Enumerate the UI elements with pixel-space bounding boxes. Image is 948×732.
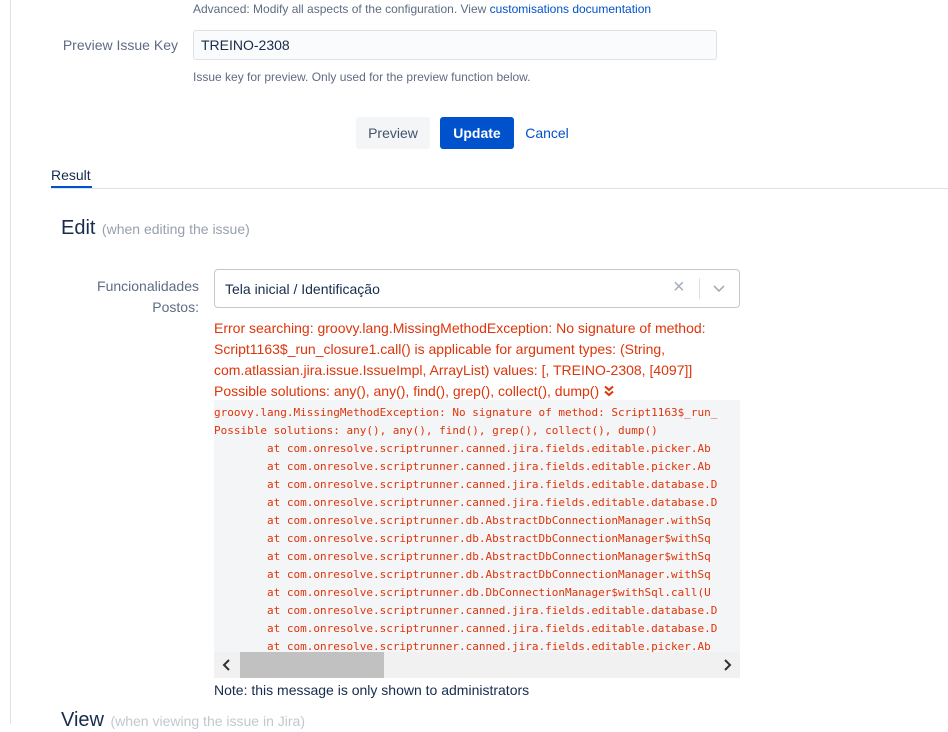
funcionalidades-postos-label: Funcionalidades Postos: xyxy=(97,278,199,315)
edit-heading: Edit xyxy=(61,217,96,239)
scroll-right-arrow-icon[interactable] xyxy=(720,658,734,672)
edit-subheading: (when editing the issue) xyxy=(101,221,250,237)
close-icon[interactable]: × xyxy=(673,276,685,299)
double-chevron-down-icon[interactable] xyxy=(603,385,615,397)
preview-issue-key-help: Issue key for preview. Only used for the… xyxy=(193,70,531,84)
customisations-docs-link[interactable]: customisations documentation xyxy=(490,2,651,16)
view-subheading: (when viewing the issue in Jira) xyxy=(110,713,305,729)
preview-button[interactable]: Preview xyxy=(356,117,430,149)
view-heading: View xyxy=(61,709,104,731)
tab-result[interactable]: Result xyxy=(51,167,91,183)
horizontal-scrollbar[interactable] xyxy=(214,652,740,678)
preview-issue-key-label: Preview Issue Key xyxy=(62,37,178,53)
error-message: Error searching: groovy.lang.MissingMeth… xyxy=(214,318,742,402)
advanced-description-text: Advanced: Modify all aspects of the conf… xyxy=(193,2,487,16)
update-button[interactable]: Update xyxy=(440,117,514,149)
admin-note: Note: this message is only shown to admi… xyxy=(214,682,530,698)
chevron-down-icon[interactable] xyxy=(711,280,727,296)
stack-trace: groovy.lang.MissingMethodException: No s… xyxy=(214,406,718,653)
error-message-text: Error searching: groovy.lang.MissingMeth… xyxy=(214,320,706,399)
preview-issue-key-input[interactable] xyxy=(193,30,717,60)
edit-section-heading: Edit (when editing the issue) xyxy=(61,217,250,240)
stack-trace-panel: groovy.lang.MissingMethodException: No s… xyxy=(214,400,740,678)
scroll-left-arrow-icon[interactable] xyxy=(220,658,234,672)
tabs-divider xyxy=(51,188,948,189)
scrollbar-thumb[interactable] xyxy=(240,652,384,678)
advanced-description: Advanced: Modify all aspects of the conf… xyxy=(193,2,651,16)
left-border xyxy=(10,0,11,724)
view-section-heading: View (when viewing the issue in Jira) xyxy=(61,709,305,732)
cancel-link[interactable]: Cancel xyxy=(519,117,575,149)
select-separator xyxy=(699,278,700,299)
select-selected-value: Tela inicial / Identificação xyxy=(225,281,380,297)
funcionalidades-postos-select[interactable]: Tela inicial / Identificação × xyxy=(214,269,740,308)
